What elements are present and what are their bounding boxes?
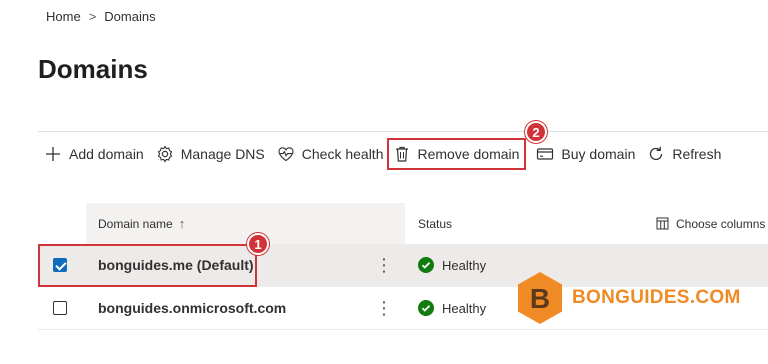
domain-name-header-label: Domain name — [98, 216, 173, 231]
choose-columns-label: Choose columns — [676, 216, 766, 231]
refresh-icon — [650, 146, 663, 161]
column-header-status[interactable]: Status — [418, 203, 452, 244]
more-options-icon[interactable]: ⋮ — [375, 244, 393, 286]
remove-domain-button[interactable]: Remove domain — [387, 138, 527, 170]
refresh-button[interactable]: Refresh — [641, 140, 727, 168]
choose-columns-button[interactable]: Choose columns — [656, 203, 765, 244]
watermark-text: BONGUIDES.COM — [572, 287, 741, 308]
add-domain-button[interactable]: Add domain — [38, 140, 150, 168]
command-bar: Add domain Manage DNS Check health Remov… — [38, 138, 727, 170]
table-header: Domain name ↑ Status Choose columns — [86, 203, 768, 244]
breadcrumb-separator: > — [88, 8, 97, 24]
refresh-label: Refresh — [672, 146, 722, 162]
buy-domain-button[interactable]: Buy domain — [530, 140, 641, 168]
check-health-label: Check health — [301, 146, 384, 162]
status-cell: Healthy — [418, 244, 486, 286]
status-label: Healthy — [442, 300, 487, 316]
logo-letter: B — [530, 283, 550, 314]
check-health-button[interactable]: Check health — [271, 140, 390, 168]
step-1-badge: 1 — [247, 233, 269, 255]
page-title: Domains — [38, 54, 148, 84]
bonguides-watermark: B BONGUIDES.COM — [516, 268, 741, 328]
more-options-icon[interactable]: ⋮ — [375, 287, 393, 329]
breadcrumb: Home > Domains — [46, 7, 156, 25]
column-header-domain-name[interactable]: Domain name ↑ — [86, 203, 405, 244]
check-circle-icon — [418, 300, 434, 316]
breadcrumb-current: Domains — [104, 8, 156, 24]
step-2-badge: 2 — [525, 121, 547, 143]
check-circle-icon — [418, 257, 434, 273]
heart-pulse-icon — [278, 147, 294, 162]
gear-icon — [157, 145, 172, 163]
status-label: Healthy — [442, 257, 487, 273]
credit-card-icon — [537, 148, 554, 160]
domain-name-cell[interactable]: bonguides.onmicrosoft.com — [98, 287, 286, 329]
sort-ascending-icon: ↑ — [178, 216, 186, 231]
step-1-highlight — [38, 244, 257, 287]
plus-icon — [46, 147, 60, 161]
bonguides-logo-icon: B — [518, 272, 562, 324]
manage-dns-label: Manage DNS — [180, 146, 265, 162]
manage-dns-button[interactable]: Manage DNS — [150, 140, 271, 168]
breadcrumb-home-link[interactable]: Home — [46, 9, 81, 24]
buy-domain-label: Buy domain — [561, 146, 636, 162]
add-domain-label: Add domain — [69, 146, 144, 162]
row-checkbox[interactable] — [53, 301, 67, 315]
remove-domain-label: Remove domain — [417, 146, 520, 162]
trash-icon — [396, 146, 409, 162]
divider — [38, 131, 768, 132]
columns-icon — [656, 217, 669, 230]
status-cell: Healthy — [418, 287, 486, 329]
